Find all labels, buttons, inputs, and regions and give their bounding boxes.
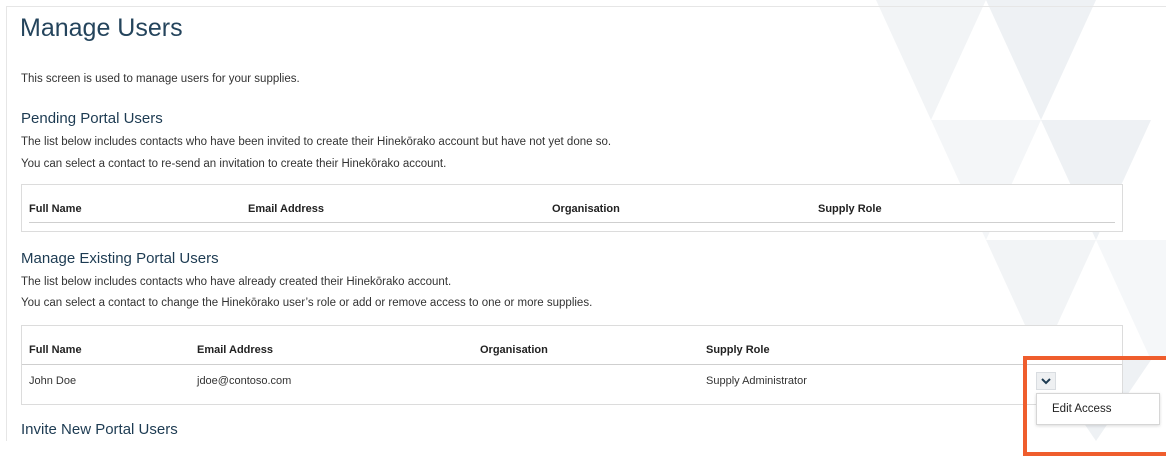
pending-users-desc-1: The list below includes contacts who hav… [21,136,612,148]
invite-users-heading: Invite New Portal Users [21,421,178,438]
left-border [6,6,7,441]
existing-users-table: Full Name Email Address Organisation Sup… [21,325,1123,405]
pending-users-table: Full Name Email Address Organisation Sup… [21,184,1123,232]
row-supply-role: Supply Administrator [706,375,807,387]
existing-col-supply-role[interactable]: Supply Role [706,344,770,356]
existing-col-full-name[interactable]: Full Name [29,344,82,356]
pending-col-email[interactable]: Email Address [248,203,324,215]
page-intro-text: This screen is used to manage users for … [21,73,300,85]
existing-col-organisation[interactable]: Organisation [480,344,548,356]
highlight-box [1023,356,1166,456]
manage-users-page: Manage Users This screen is used to mana… [0,0,1166,456]
row-full-name: John Doe [29,375,77,387]
top-border [6,6,1166,7]
pending-header-divider [29,222,1115,223]
existing-header-divider [22,364,1122,365]
existing-col-email[interactable]: Email Address [197,344,273,356]
pending-col-supply-role[interactable]: Supply Role [818,203,882,215]
pending-users-heading: Pending Portal Users [21,110,163,127]
pending-col-full-name[interactable]: Full Name [29,203,82,215]
existing-users-heading: Manage Existing Portal Users [21,250,219,267]
existing-users-desc-2: You can select a contact to change the H… [21,297,593,309]
pending-users-desc-2: You can select a contact to re-send an i… [21,158,447,170]
page-title: Manage Users [20,14,183,42]
row-email: jdoe@contoso.com [197,375,292,387]
existing-users-desc-1: The list below includes contacts who hav… [21,276,452,288]
pending-col-organisation[interactable]: Organisation [552,203,620,215]
